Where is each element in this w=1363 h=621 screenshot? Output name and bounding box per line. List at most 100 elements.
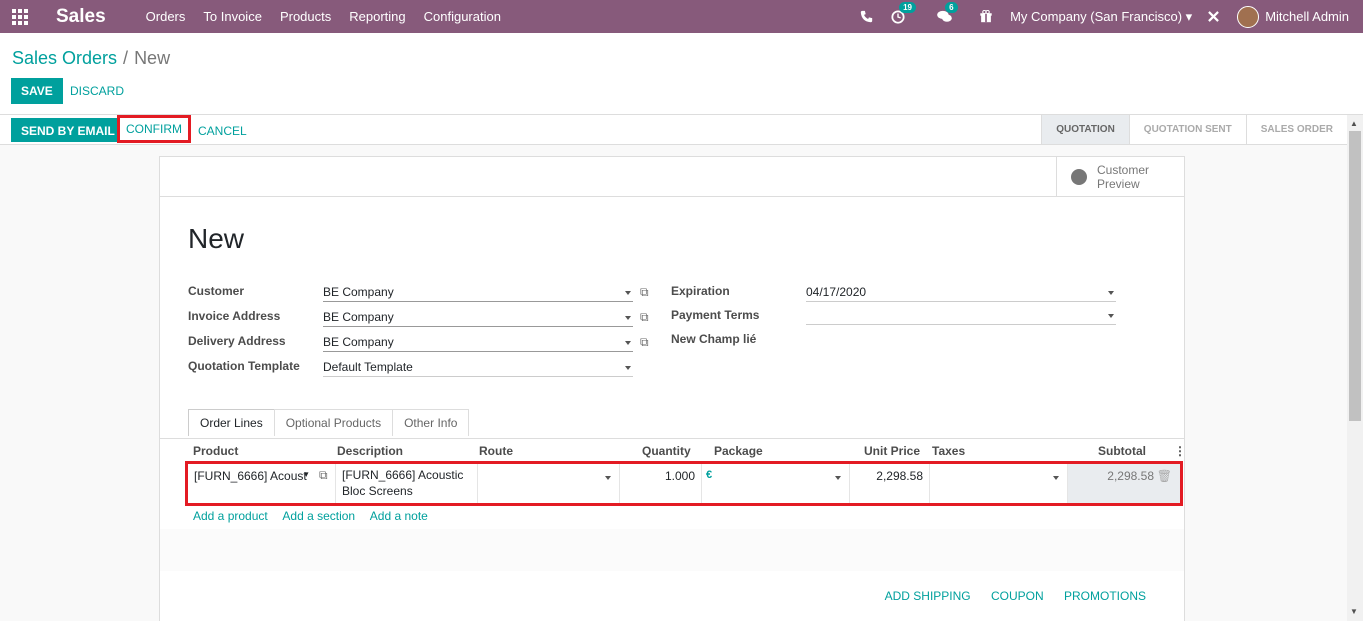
chevron-down-icon <box>625 341 631 345</box>
cancel-button[interactable]: CANCEL <box>190 118 255 142</box>
customer-label: Customer <box>188 284 245 298</box>
invoice-address-label: Invoice Address <box>188 309 281 323</box>
confirm-button[interactable]: CONFIRM <box>117 115 191 143</box>
chevron-down-icon <box>1108 314 1114 318</box>
save-button[interactable]: SAVE <box>11 78 63 104</box>
payment-terms-field[interactable] <box>806 305 1116 325</box>
product-cell[interactable]: [FURN_6666] Acoust ▾ ⧉ <box>188 464 336 503</box>
scroll-down-arrow-icon[interactable]: ▼ <box>1350 607 1358 616</box>
add-product-link[interactable]: Add a product <box>193 509 268 523</box>
trash-icon[interactable]: 🗑 <box>1157 469 1172 483</box>
scroll-up-arrow-icon[interactable]: ▲ <box>1350 119 1358 128</box>
menu-reporting[interactable]: Reporting <box>349 9 405 24</box>
control-panel: Sales Orders / New SAVE DISCARD <box>0 33 1363 115</box>
col-taxes[interactable]: Taxes <box>932 444 965 458</box>
expiration-label: Expiration <box>671 284 730 298</box>
delivery-address-field[interactable]: BE Company <box>323 332 633 352</box>
add-section-link[interactable]: Add a section <box>282 509 355 523</box>
status-stages: QUOTATION QUOTATION SENT SALES ORDER <box>1041 115 1347 144</box>
external-link-icon[interactable]: ⧉ <box>640 285 649 300</box>
optional-columns-icon[interactable]: ⋮ <box>1174 444 1186 458</box>
promotions-button[interactable]: PROMOTIONS <box>1064 589 1146 603</box>
quantity-cell[interactable]: 1.000 <box>620 464 702 503</box>
col-subtotal[interactable]: Subtotal <box>1098 444 1146 458</box>
user-avatar[interactable] <box>1237 5 1260 28</box>
stage-quotation[interactable]: QUOTATION <box>1041 115 1129 144</box>
chevron-down-icon <box>1108 291 1114 295</box>
scrollbar-thumb[interactable] <box>1349 131 1361 421</box>
chevron-down-icon <box>605 476 611 480</box>
messages-badge: 6 <box>945 2 958 13</box>
breadcrumb-sales-orders[interactable]: Sales Orders <box>12 48 117 68</box>
description-cell[interactable]: [FURN_6666] Acoustic Bloc Screens <box>336 464 478 503</box>
phone-icon[interactable] <box>860 10 873 23</box>
add-shipping-button[interactable]: ADD SHIPPING <box>885 589 971 603</box>
apps-menu-icon[interactable] <box>0 0 40 33</box>
unit-price-cell[interactable]: 2,298.58 <box>850 464 930 503</box>
payment-terms-label: Payment Terms <box>671 308 760 322</box>
user-menu[interactable]: Mitchell Admin <box>1265 9 1349 24</box>
button-box: Customer Preview <box>160 157 1184 197</box>
package-cell[interactable] <box>714 464 850 503</box>
breadcrumb: Sales Orders / New <box>12 48 171 68</box>
order-lines-header: Product Description Route Quantity Packa… <box>160 440 1186 462</box>
menu-to-invoice[interactable]: To Invoice <box>203 9 262 24</box>
customer-field[interactable]: BE Company <box>323 282 633 302</box>
quotation-template-label: Quotation Template <box>188 359 300 373</box>
tab-order-lines[interactable]: Order Lines <box>188 409 275 436</box>
globe-icon <box>1071 169 1087 185</box>
customer-preview-button[interactable]: Customer Preview <box>1056 157 1184 197</box>
menu-orders[interactable]: Orders <box>146 9 186 24</box>
col-product[interactable]: Product <box>193 444 238 458</box>
external-link-icon[interactable]: ⧉ <box>640 310 649 325</box>
company-switcher[interactable]: My Company (San Francisco) ▾ <box>1010 9 1192 25</box>
add-note-link[interactable]: Add a note <box>370 509 428 523</box>
gift-icon[interactable] <box>980 10 992 23</box>
sale-footer-actions: ADD SHIPPING COUPON PROMOTIONS <box>868 589 1146 603</box>
add-line-links: Add a product Add a section Add a note <box>193 509 440 523</box>
chevron-down-icon <box>625 316 631 320</box>
col-unit-price[interactable]: Unit Price <box>864 444 920 458</box>
activities-badge: 19 <box>899 1 916 13</box>
menu-products[interactable]: Products <box>280 9 331 24</box>
chevron-down-icon <box>625 291 631 295</box>
menu-configuration[interactable]: Configuration <box>424 9 501 24</box>
stage-sales-order[interactable]: SALES ORDER <box>1245 115 1347 144</box>
form-sheet: Customer Preview New Customer BE Company … <box>159 156 1186 621</box>
taxes-cell[interactable] <box>930 464 1068 503</box>
col-route[interactable]: Route <box>479 444 513 458</box>
expiration-field[interactable]: 04/17/2020 <box>806 282 1116 302</box>
col-quantity[interactable]: Quantity <box>642 444 691 458</box>
coupon-button[interactable]: COUPON <box>991 589 1044 603</box>
form-statusbar: SEND BY EMAIL CONFIRM CANCEL QUOTATION Q… <box>0 115 1347 145</box>
quotation-template-field[interactable]: Default Template <box>323 357 633 377</box>
messages-icon[interactable]: 6 <box>937 2 958 23</box>
invoice-address-field[interactable]: BE Company <box>323 307 633 327</box>
vertical-scrollbar[interactable]: ▲ ▼ <box>1347 115 1363 621</box>
discard-button[interactable]: DISCARD <box>62 78 132 104</box>
chevron-down-icon <box>835 476 841 480</box>
top-navbar: Sales Orders To Invoice Products Reporti… <box>0 0 1363 33</box>
notebook-tabs: Order Lines Optional Products Other Info <box>188 409 470 436</box>
activities-clock-icon[interactable]: 19 <box>891 1 916 24</box>
external-link-icon[interactable]: ⧉ <box>640 335 649 350</box>
tab-other-info[interactable]: Other Info <box>392 409 470 436</box>
delivery-address-label: Delivery Address <box>188 334 286 348</box>
forecast-euro-icon[interactable]: € <box>706 469 712 481</box>
external-link-icon[interactable]: ⧉ <box>319 468 328 483</box>
breadcrumb-current: New <box>134 48 171 68</box>
close-icon[interactable] <box>1208 11 1220 22</box>
new-champ-label: New Champ lié <box>671 332 757 346</box>
chevron-down-icon <box>625 366 631 370</box>
col-description[interactable]: Description <box>337 444 403 458</box>
stage-quotation-sent[interactable]: QUOTATION SENT <box>1128 115 1246 144</box>
app-brand[interactable]: Sales <box>56 6 106 28</box>
order-line-row[interactable]: [FURN_6666] Acoust ▾ ⧉ [FURN_6666] Acous… <box>185 461 1183 506</box>
col-package[interactable]: Package <box>714 444 763 458</box>
record-title: New <box>188 223 245 254</box>
subtotal-cell: 2,298.58 🗑 <box>1068 464 1180 503</box>
send-by-email-button[interactable]: SEND BY EMAIL <box>11 118 125 142</box>
chevron-down-icon <box>1053 476 1059 480</box>
tab-optional-products[interactable]: Optional Products <box>273 409 394 436</box>
route-cell[interactable] <box>478 464 620 503</box>
